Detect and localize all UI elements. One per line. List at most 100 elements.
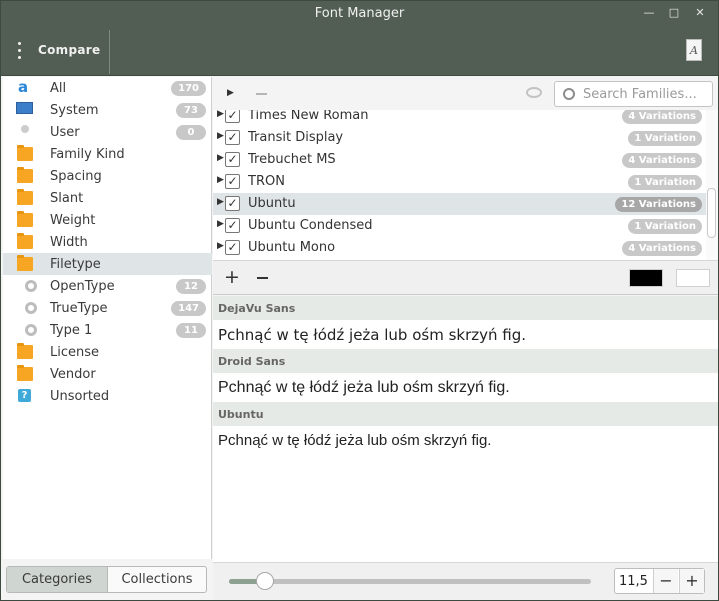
sidebar-item-label: Spacing <box>50 169 102 184</box>
menu-icon[interactable] <box>18 42 22 60</box>
sidebar-item-label: License <box>50 345 100 360</box>
sidebar-item-vendor[interactable]: Vendor <box>3 363 212 385</box>
sidebar-item-label: System <box>50 103 99 118</box>
sidebar-item-filetype[interactable]: Filetype <box>3 253 212 275</box>
size-spinbutton[interactable]: 11,5 − + <box>614 568 705 594</box>
sidebar-item-label: All <box>50 81 67 96</box>
expander-icon[interactable]: ▶ <box>217 153 224 163</box>
variation-badge: 1 Variation <box>628 131 702 146</box>
folder-icon <box>17 211 33 227</box>
scrollbar-thumb[interactable] <box>707 188 716 238</box>
family-row[interactable]: ▶ ✓ Ubuntu Condensed 1 Variation <box>213 215 706 237</box>
enable-checkbox[interactable]: ✓ <box>225 152 240 167</box>
size-controls: 11,5 − + <box>213 562 718 600</box>
unsorted-icon: ? <box>18 389 31 402</box>
sidebar-item-label: Slant <box>50 191 84 206</box>
font-preview-icon[interactable]: A <box>686 39 702 61</box>
variation-badge: 1 Variation <box>628 219 702 234</box>
search-icon <box>563 88 575 100</box>
family-row[interactable]: ▶ ✓ Times New Roman 4 Variations <box>213 110 706 127</box>
remove-icon[interactable] <box>257 277 268 279</box>
enable-checkbox[interactable]: ✓ <box>225 130 240 145</box>
maximize-icon[interactable]: □ <box>666 6 682 20</box>
family-name: Trebuchet MS <box>248 152 336 167</box>
compare-font-name: Ubuntu <box>213 402 718 426</box>
increase-size-button[interactable]: + <box>679 569 704 593</box>
family-list-scrollbar[interactable] <box>706 110 718 260</box>
tab-categories[interactable]: Categories <box>7 567 107 592</box>
sidebar-item-width[interactable]: Width <box>3 231 212 253</box>
sidebar-item-weight[interactable]: Weight <box>3 209 212 231</box>
expander-icon[interactable]: ▶ <box>217 241 224 251</box>
expander-icon[interactable]: ▶ <box>217 197 224 207</box>
sidebar-item-user[interactable]: User 0 <box>3 121 212 143</box>
compare-sample-text: Pchnąć w tę łódź jeża lub ośm skrzyń fig… <box>218 326 527 344</box>
search-input[interactable]: Search Families... <box>554 81 713 107</box>
size-value[interactable]: 11,5 <box>619 574 648 589</box>
decrease-size-button[interactable]: − <box>653 569 678 593</box>
folder-icon <box>17 365 33 381</box>
sidebar-item-system[interactable]: System 73 <box>3 99 212 121</box>
enable-checkbox[interactable]: ✓ <box>225 196 240 211</box>
sidebar-item-slant[interactable]: Slant <box>3 187 212 209</box>
expander-icon[interactable]: ▶ <box>217 110 224 119</box>
family-row[interactable]: ▶ ✓ Transit Display 1 Variation <box>213 127 706 149</box>
sidebar-item-opentype[interactable]: OpenType 12 <box>3 275 212 297</box>
folder-icon <box>17 167 33 183</box>
expander-icon[interactable]: ▶ <box>217 131 224 141</box>
family-name: Ubuntu Mono <box>248 240 336 255</box>
variation-badge: 12 Variations <box>615 197 702 212</box>
sidebar-item-label: OpenType <box>50 279 115 294</box>
sidebar-item-unsorted[interactable]: ? Unsorted <box>3 385 212 407</box>
size-slider-handle[interactable] <box>256 572 275 590</box>
family-name: Ubuntu <box>248 196 296 211</box>
background-color-swatch[interactable] <box>676 269 710 287</box>
family-name: Ubuntu Condensed <box>248 218 373 233</box>
expander-icon[interactable]: ▶ <box>217 219 224 229</box>
family-row-selected[interactable]: ▶ ✓ Ubuntu 12 Variations <box>213 193 706 215</box>
sidebar-tab-switcher: Categories Collections <box>6 566 207 593</box>
search-placeholder: Search Families... <box>583 87 697 102</box>
count-badge: 12 <box>176 279 206 294</box>
sidebar: a All 170 System 73 User 0 Family Kind S… <box>3 77 212 559</box>
compare-action-bar: + <box>213 260 718 295</box>
compare-preview: DejaVu Sans Pchnąć w tę łódź jeża lub oś… <box>213 296 718 562</box>
close-icon[interactable]: ✕ <box>692 6 708 20</box>
family-name: Times New Roman <box>248 110 369 123</box>
all-fonts-icon: a <box>18 78 29 96</box>
sidebar-item-type1[interactable]: Type 1 11 <box>3 319 212 341</box>
sidebar-item-truetype[interactable]: TrueType 147 <box>3 297 212 319</box>
foreground-color-swatch[interactable] <box>629 269 663 287</box>
expand-all-icon[interactable]: ▶ <box>227 88 234 98</box>
sidebar-item-all[interactable]: a All 170 <box>3 77 212 99</box>
sidebar-item-license[interactable]: License <box>3 341 212 363</box>
family-row[interactable]: ▶ ✓ Trebuchet MS 4 Variations <box>213 149 706 171</box>
main-pane: ▶ Search Families... ▶ ✓ Times New Roman… <box>213 77 718 600</box>
enable-checkbox[interactable]: ✓ <box>225 110 240 123</box>
enable-checkbox[interactable]: ✓ <box>225 174 240 189</box>
tab-collections[interactable]: Collections <box>107 567 206 592</box>
sidebar-item-spacing[interactable]: Spacing <box>3 165 212 187</box>
variation-badge: 4 Variations <box>622 110 702 124</box>
filetype-icon <box>25 302 37 314</box>
size-slider-track[interactable] <box>229 579 591 584</box>
family-row[interactable]: ▶ ✓ Ubuntu Mono 4 Variations <box>213 237 706 259</box>
compare-sample-text: Pchnąć w tę łódź jeża lub ośm skrzyń fig… <box>218 379 510 396</box>
compare-font-name: DejaVu Sans <box>213 296 718 320</box>
add-icon[interactable]: + <box>224 266 240 288</box>
expander-icon[interactable]: ▶ <box>217 175 224 185</box>
sidebar-item-family-kind[interactable]: Family Kind <box>3 143 212 165</box>
sidebar-item-label: Vendor <box>50 367 96 382</box>
count-badge: 170 <box>171 81 206 96</box>
sidebar-item-label: Type 1 <box>50 323 93 338</box>
compare-button[interactable]: Compare <box>38 43 100 57</box>
minimize-icon[interactable]: — <box>641 6 657 20</box>
enable-checkbox[interactable]: ✓ <box>225 218 240 233</box>
family-name: Transit Display <box>248 130 344 145</box>
eye-icon[interactable] <box>526 87 542 98</box>
font-family-list: ▶ ✓ Times New Roman 4 Variations ▶ ✓ Tra… <box>213 110 718 260</box>
family-row[interactable]: ▶ ✓ TRON 1 Variation <box>213 171 706 193</box>
collapse-all-icon[interactable] <box>256 93 267 95</box>
enable-checkbox[interactable]: ✓ <box>225 240 240 255</box>
font-manager-window: Font Manager — □ ✕ Compare A a All 170 S… <box>0 0 719 601</box>
